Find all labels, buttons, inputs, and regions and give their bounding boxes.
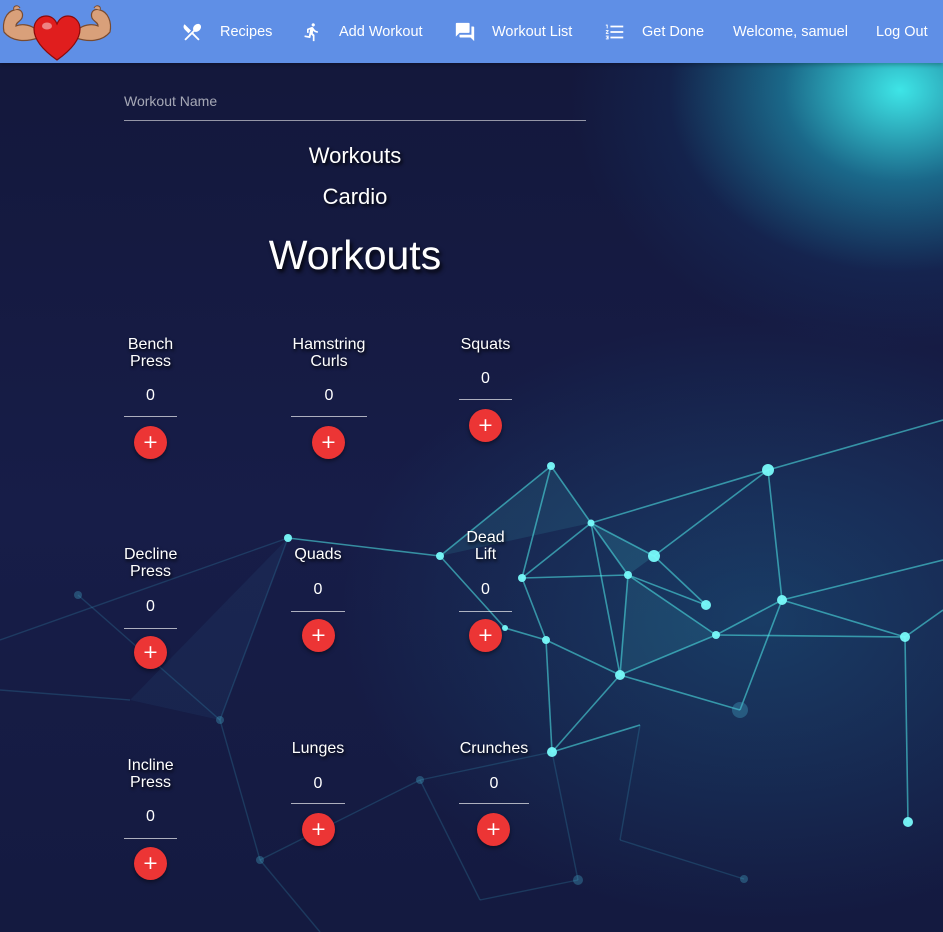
- add-rep-button[interactable]: +: [469, 409, 502, 442]
- count-underline: [291, 803, 345, 804]
- workout-count[interactable]: 0: [459, 580, 512, 600]
- workout-card: Decline Press 0 +: [124, 546, 177, 676]
- workout-count[interactable]: 0: [291, 774, 345, 794]
- workout-card: Incline Press 0 +: [124, 757, 177, 887]
- add-rep-button[interactable]: +: [134, 847, 167, 880]
- logout-link[interactable]: Log Out: [876, 0, 928, 63]
- workout-card: Hamstring Curls 0 +: [291, 336, 367, 466]
- count-underline: [124, 416, 177, 417]
- welcome-text: Welcome, samuel: [733, 23, 848, 40]
- add-rep-button[interactable]: +: [302, 813, 335, 846]
- logo[interactable]: [0, 2, 114, 62]
- add-rep-button[interactable]: +: [312, 426, 345, 459]
- add-rep-button[interactable]: +: [134, 426, 167, 459]
- count-underline: [459, 803, 529, 804]
- workout-card: Quads 0 +: [291, 546, 345, 656]
- add-rep-button[interactable]: +: [477, 813, 510, 846]
- workout-card: Lunges 0 +: [291, 740, 345, 850]
- numbered-list-icon: [604, 21, 626, 43]
- workout-name: Squats: [460, 336, 511, 353]
- workout-name: Incline Press: [127, 757, 174, 791]
- running-person-icon: [302, 20, 322, 44]
- nav-get-done-label: Get Done: [642, 23, 705, 40]
- category-cardio-link[interactable]: Cardio: [124, 184, 586, 210]
- workout-name: Hamstring Curls: [292, 336, 366, 370]
- workout-name: Lunges: [291, 740, 345, 757]
- workout-count[interactable]: 0: [459, 369, 512, 389]
- count-underline: [124, 838, 177, 839]
- chat-bubbles-icon: [454, 21, 476, 43]
- nav-recipes-label: Recipes: [220, 23, 273, 40]
- workout-count[interactable]: 0: [291, 580, 345, 600]
- workout-count[interactable]: 0: [124, 386, 177, 406]
- workout-name: Bench Press: [127, 336, 174, 370]
- workout-name-field: [124, 84, 586, 121]
- workout-card: Bench Press 0 +: [124, 336, 177, 466]
- count-underline: [459, 611, 512, 612]
- workout-name: Dead Lift: [466, 529, 505, 563]
- nav-recipes[interactable]: Recipes: [181, 0, 272, 63]
- count-underline: [291, 416, 367, 417]
- workout-count[interactable]: 0: [459, 774, 529, 794]
- workout-count[interactable]: 0: [124, 807, 177, 827]
- workout-count[interactable]: 0: [291, 386, 367, 406]
- workout-name: Crunches: [459, 740, 529, 757]
- nav-get-done[interactable]: Get Done: [604, 0, 704, 63]
- count-underline: [459, 399, 512, 400]
- category-workouts-link[interactable]: Workouts: [124, 143, 586, 169]
- section-title: Workouts: [268, 232, 442, 278]
- fork-knife-icon: [181, 21, 203, 43]
- add-rep-button[interactable]: +: [469, 619, 502, 652]
- add-rep-button[interactable]: +: [134, 636, 167, 669]
- nav-add-workout-label: Add Workout: [339, 23, 423, 40]
- count-underline: [291, 611, 345, 612]
- workout-name-input[interactable]: [124, 90, 584, 112]
- add-rep-button[interactable]: +: [302, 619, 335, 652]
- workout-card: Squats 0 +: [459, 336, 512, 446]
- top-navbar: Recipes Add Workout Workout List Get Don…: [0, 0, 943, 63]
- workout-card: Dead Lift 0 +: [459, 529, 512, 659]
- flexing-heart-logo-icon: [2, 5, 112, 61]
- nav-workout-list-label: Workout List: [492, 23, 573, 40]
- workout-count[interactable]: 0: [124, 597, 177, 617]
- workout-name: Quads: [294, 546, 342, 563]
- nav-add-workout[interactable]: Add Workout: [302, 0, 423, 63]
- workout-name: Decline Press: [124, 546, 178, 580]
- count-underline: [124, 628, 177, 629]
- nav-workout-list[interactable]: Workout List: [454, 0, 572, 63]
- workout-card: Crunches 0 +: [459, 740, 529, 850]
